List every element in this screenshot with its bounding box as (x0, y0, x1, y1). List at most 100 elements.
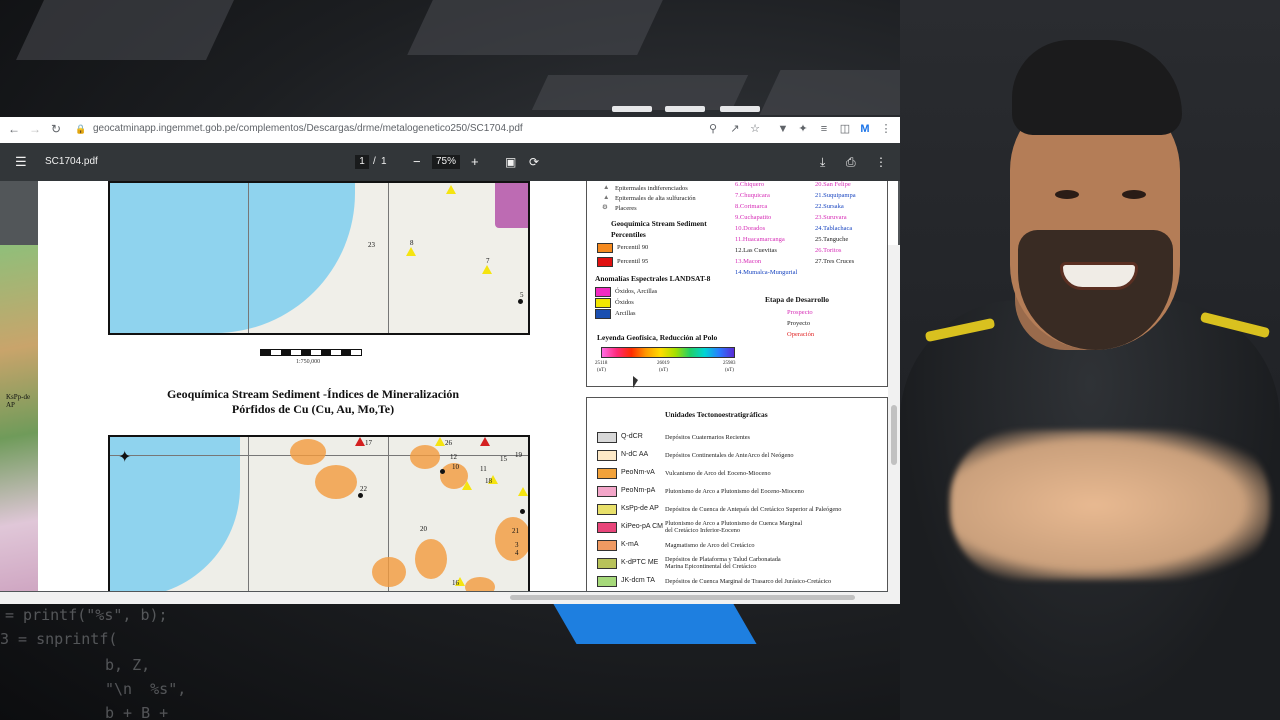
scale-text: 1:750,000 (296, 359, 321, 365)
reload-icon[interactable]: ↻ (49, 122, 63, 136)
vertical-scrollbar[interactable] (888, 245, 900, 604)
anomaly-area (495, 183, 528, 228)
more-options-icon[interactable]: ⋮ (875, 143, 887, 181)
rotate-icon[interactable]: ⟳ (529, 143, 539, 181)
zoom-in-icon[interactable]: + (471, 143, 479, 181)
unit-code: PeoNm-pA (621, 487, 656, 494)
legend-symbol-label: Placeres (615, 205, 637, 212)
legend-swatch (597, 243, 613, 253)
zoom-icon[interactable]: ⚲ (706, 122, 720, 136)
unit-code: KiPeo-pA CM (621, 523, 664, 530)
page-total: 1 (381, 156, 387, 167)
code-line: 3 = snprintf( (0, 630, 118, 648)
code-line: b + B + (105, 704, 169, 720)
mineral-occurrence-marker (480, 437, 490, 446)
section-title: Geoquímica Stream Sediment -Índices de M… (166, 387, 460, 401)
fit-page-icon[interactable]: ▣ (505, 143, 516, 181)
ramp-tick: 25983 (723, 361, 736, 366)
extension-shield-icon[interactable]: ▼ (776, 122, 790, 136)
deposit-name: 6.Chiquero (735, 181, 765, 188)
map-bottom: ✦ 17 26 19 12 10 11 18 15 22 20 21 3 4 1… (108, 435, 530, 591)
unit-swatch (597, 540, 617, 551)
legend-label: Percentil 90 (617, 244, 649, 251)
unit-description: Depósitos Cuaternarios Recientes (665, 434, 750, 441)
horizontal-scrollbar[interactable] (0, 592, 900, 604)
anomaly-area (465, 577, 495, 591)
adjacent-page-map: KsPp-de AP (0, 245, 38, 591)
legend-heading: Percentiles (611, 230, 646, 239)
profile-icon[interactable]: M (858, 122, 872, 136)
gear-symbol-icon: ⚙ (602, 204, 608, 211)
ramp-tick: 25118 (595, 361, 608, 366)
unit-code: K-mA (621, 541, 639, 548)
share-icon[interactable]: ↗ (728, 122, 742, 136)
extensions-puzzle-icon[interactable]: ✦ (796, 122, 810, 136)
legend-label: Óxidos, Arcillas (615, 288, 658, 295)
back-icon[interactable]: ← (7, 122, 21, 136)
legend-swatch (597, 257, 613, 267)
map-label: 15 (500, 455, 507, 463)
legend-swatch (595, 298, 611, 308)
code-line: = printf("%s", b); (5, 606, 168, 624)
stage-label: Operación (787, 331, 815, 338)
lock-icon[interactable]: 🔒 (74, 122, 88, 136)
reading-list-icon[interactable]: ≡ (817, 122, 831, 136)
pdf-viewer[interactable]: KsPp-de AP 23 7 8 5 1:750,000 Geoquímica… (0, 181, 900, 604)
print-icon[interactable]: ⎙ (846, 143, 856, 181)
grid-line (248, 437, 249, 591)
page-separator: / (373, 156, 376, 167)
page-number-input[interactable]: 1 (355, 155, 369, 169)
legend-label: Percentil 95 (617, 258, 649, 265)
presenter-video (900, 0, 1280, 720)
unit-code: K-dPTC ME (621, 559, 659, 566)
mineral-occurrence-marker (446, 185, 456, 194)
bg-bar (665, 106, 705, 112)
map-label: 12 (450, 453, 457, 461)
scroll-thumb[interactable] (891, 405, 897, 465)
bg-tile (16, 0, 234, 60)
deposit-name: 10.Dorados (735, 225, 766, 232)
legend-symbol-label: Epitermales indiferenciados (615, 185, 688, 192)
stage-label: Proyecto (787, 320, 811, 327)
scroll-thumb[interactable] (510, 595, 855, 600)
browser-menu-icon[interactable]: ⋮ (879, 122, 893, 136)
unit-code: N-dC AA (621, 451, 649, 458)
deposit-name: 13.Macon (735, 258, 762, 265)
deposit-name: 27.Tres Cruces (815, 258, 855, 265)
deposit-name: 21.Suquipampa (815, 192, 856, 199)
map-unit-label: KsPp-de AP (6, 393, 31, 409)
mouse-cursor-icon (633, 376, 638, 388)
unit-swatch (597, 576, 617, 587)
download-icon[interactable]: ⤓ (820, 143, 825, 181)
forward-icon[interactable]: → (28, 122, 42, 136)
hamburger-menu-icon[interactable]: ☰ (15, 143, 27, 181)
url-text[interactable]: geocatminapp.ingemmet.gob.pe/complemento… (93, 123, 523, 134)
deposit-name: 12.Las Cuevitas (735, 247, 777, 254)
mineral-occurrence-marker (435, 437, 445, 446)
mineral-occurrence-marker (518, 487, 528, 496)
legend-heading: Leyenda Geofísica, Reducción al Polo (597, 333, 718, 342)
stage-label: Prospecto (787, 309, 813, 316)
deposit-name: 14.Mumalca-Mungurial (735, 269, 798, 276)
map-label: 26 (445, 439, 452, 447)
legend-heading: Unidades Tectonoestratigráficas (665, 410, 768, 419)
zoom-out-icon[interactable]: − (413, 143, 421, 181)
zoom-level[interactable]: 75% (432, 155, 460, 169)
map-label: 16 (452, 579, 459, 587)
ramp-tick: (nT) (725, 368, 734, 373)
map-label: 3 (515, 541, 519, 549)
deposit-marker (520, 509, 525, 514)
deposit-name: 7.Chuquicara (735, 192, 770, 199)
map-label: 5 (520, 291, 524, 299)
deposit-marker (358, 493, 363, 498)
mineral-occurrence-marker (482, 265, 492, 274)
legend-swatch (595, 309, 611, 319)
ramp-tick: 26019 (657, 361, 670, 366)
eye (1122, 190, 1146, 199)
bg-bar (720, 106, 760, 112)
unit-description: Depósitos de Cuenca de Antepaís del Cret… (665, 506, 842, 513)
anomaly-area (415, 539, 447, 579)
map-label: 7 (486, 257, 490, 265)
bookmark-star-icon[interactable]: ☆ (748, 122, 762, 136)
side-panel-icon[interactable]: ◫ (838, 122, 852, 136)
